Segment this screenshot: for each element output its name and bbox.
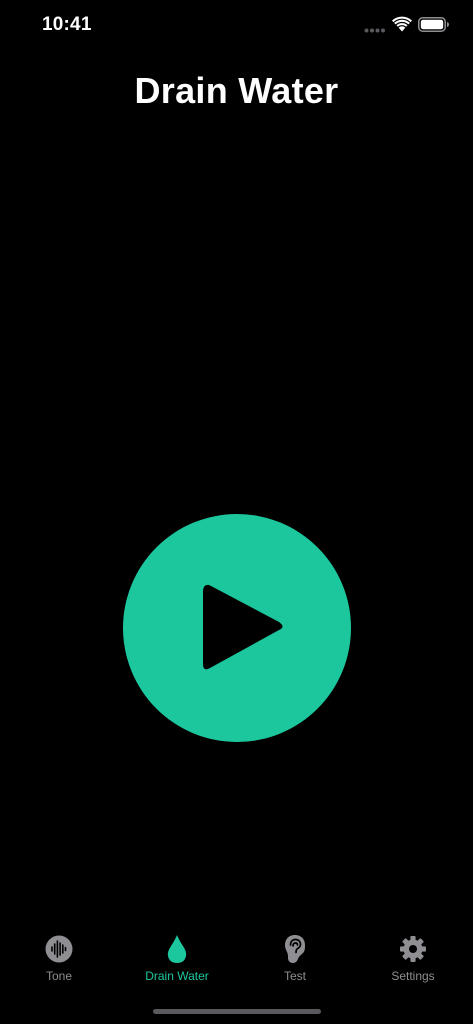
status-bar: 10:41	[0, 0, 473, 52]
app-screen: 10:41 Drain Water Tone Drain Water Test …	[0, 0, 473, 1024]
tab-label: Test	[283, 969, 306, 983]
wifi-icon	[392, 16, 412, 32]
cellular-signal-icon	[364, 28, 385, 33]
tab-label: Drain Water	[145, 969, 209, 983]
tab-label: Tone	[45, 969, 73, 983]
status-time: 10:41	[42, 14, 92, 35]
tab-drain-water[interactable]: Drain Water	[118, 924, 236, 988]
home-indicator	[153, 1009, 321, 1014]
tab-label: Settings	[391, 969, 435, 983]
page-title: Drain Water	[134, 70, 339, 111]
tab-test[interactable]: Test	[236, 924, 354, 988]
play-icon	[203, 584, 283, 670]
waveform-icon	[45, 935, 73, 963]
battery-icon	[418, 17, 449, 32]
tab-bar: Tone Drain Water Test Settings	[0, 924, 473, 996]
tab-tone[interactable]: Tone	[0, 924, 118, 988]
gear-icon	[400, 936, 426, 962]
play-button[interactable]	[123, 514, 351, 742]
tab-settings[interactable]: Settings	[354, 924, 472, 988]
ear-icon	[285, 935, 305, 963]
water-drop-icon	[167, 935, 187, 963]
